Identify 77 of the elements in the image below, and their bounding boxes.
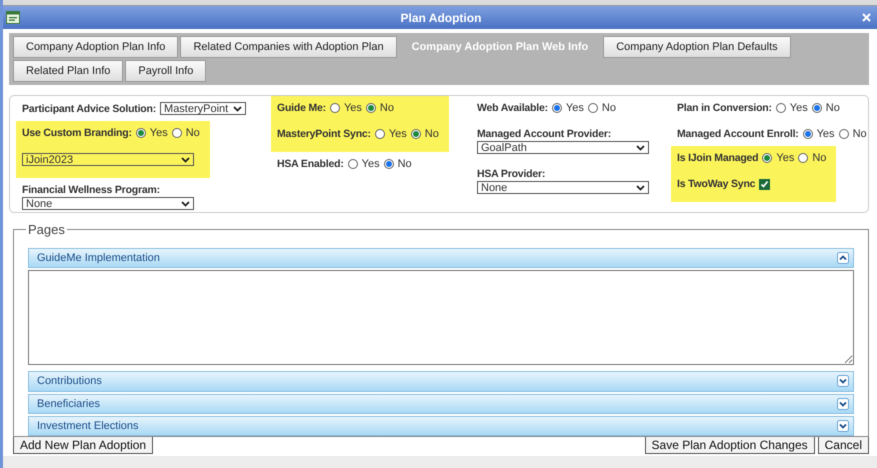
accordion-header[interactable]: GuideMe Implementation	[28, 248, 854, 268]
chevron-down-icon	[636, 184, 645, 190]
radio-button[interactable]	[172, 128, 182, 138]
chevron-up-icon	[837, 252, 849, 264]
dropdown[interactable]: GoalPath	[477, 141, 649, 154]
radio-button[interactable]	[776, 103, 786, 113]
window-title: Plan Adoption	[400, 10, 482, 24]
field-label: HSA Enabled:	[277, 158, 344, 170]
dropdown[interactable]: None	[477, 181, 649, 194]
chevron-down-icon	[636, 144, 645, 150]
field-label: Use Custom Branding:	[22, 127, 132, 139]
option-label: No	[602, 102, 616, 114]
chevron-down-icon	[181, 156, 190, 162]
field-label: Guide Me:	[277, 102, 326, 114]
tab[interactable]: Related Companies with Adoption Plan	[180, 36, 397, 58]
tab[interactable]: Payroll Info	[125, 60, 206, 82]
accordion-header[interactable]: Contributions	[28, 371, 854, 392]
radio-button[interactable]	[762, 153, 772, 163]
field-label: Is TwoWay Sync	[677, 178, 756, 190]
accordion-header[interactable]: Investment Elections	[28, 416, 854, 436]
radio-button[interactable]	[588, 103, 598, 113]
radio-button[interactable]	[330, 103, 340, 113]
close-icon[interactable]	[862, 13, 871, 22]
option-label: No	[852, 128, 867, 140]
field-label: HSA Provider:	[477, 168, 546, 180]
option-label: No	[380, 102, 394, 114]
field-label: Web Available:	[477, 102, 548, 114]
option-label: Yes	[776, 152, 794, 164]
chevron-down-icon	[837, 420, 849, 432]
radio-button[interactable]	[410, 129, 421, 139]
radio-button[interactable]	[838, 129, 849, 139]
checkbox[interactable]	[759, 178, 770, 190]
field-label: Plan in Conversion:	[677, 102, 772, 114]
tab[interactable]: Company Adoption Plan Info	[13, 36, 178, 58]
field-label: Financial Wellness Program:	[22, 184, 161, 196]
chevron-down-icon	[837, 375, 849, 388]
chevron-down-icon	[181, 200, 190, 206]
radio-button[interactable]	[384, 159, 394, 169]
radio-button[interactable]	[802, 129, 813, 139]
field-label: MasteryPoint Sync:	[277, 128, 371, 140]
field-label: Managed Account Enroll:	[677, 128, 799, 140]
field-label: Is IJoin Managed	[677, 152, 758, 164]
option-label: Yes	[566, 102, 584, 114]
save-button[interactable]: Save Plan Adoption Changes	[644, 436, 815, 454]
dropdown[interactable]: iJoin2023	[22, 153, 194, 166]
tab[interactable]: Company Adoption Plan Defaults	[603, 36, 791, 58]
radio-button[interactable]	[348, 159, 358, 169]
text-area[interactable]	[28, 270, 854, 366]
option-label: No	[826, 102, 840, 114]
cancel-button[interactable]: Cancel	[818, 436, 869, 454]
field-label: Managed Account Provider:	[477, 128, 612, 140]
radio-button[interactable]	[552, 103, 562, 113]
option-label: Yes	[816, 128, 835, 140]
tab[interactable]: Related Plan Info	[13, 60, 124, 82]
radio-button[interactable]	[136, 128, 146, 138]
option-label: Yes	[388, 128, 407, 140]
radio-button[interactable]	[366, 103, 376, 113]
window-icon	[6, 11, 20, 24]
option-label: Yes	[790, 102, 808, 114]
option-label: Yes	[344, 102, 362, 114]
radio-button[interactable]	[812, 103, 822, 113]
option-label: No	[812, 152, 826, 164]
dropdown[interactable]: MasteryPoint	[160, 102, 246, 115]
radio-button[interactable]	[798, 153, 808, 163]
dropdown[interactable]: None	[22, 197, 194, 210]
option-label: Yes	[362, 158, 380, 170]
chevron-down-icon	[233, 106, 242, 112]
radio-button[interactable]	[374, 129, 385, 139]
option-label: Yes	[150, 127, 168, 139]
option-label: No	[186, 127, 200, 139]
option-label: No	[398, 158, 412, 170]
chevron-down-icon	[837, 398, 849, 410]
option-label: No	[424, 128, 439, 140]
field-label: Participant Advice Solution:	[22, 102, 156, 114]
add-button[interactable]: Add New Plan Adoption	[13, 436, 154, 454]
accordion-header[interactable]: Beneficiaries	[28, 394, 854, 414]
fieldset-legend: Pages	[26, 222, 67, 237]
